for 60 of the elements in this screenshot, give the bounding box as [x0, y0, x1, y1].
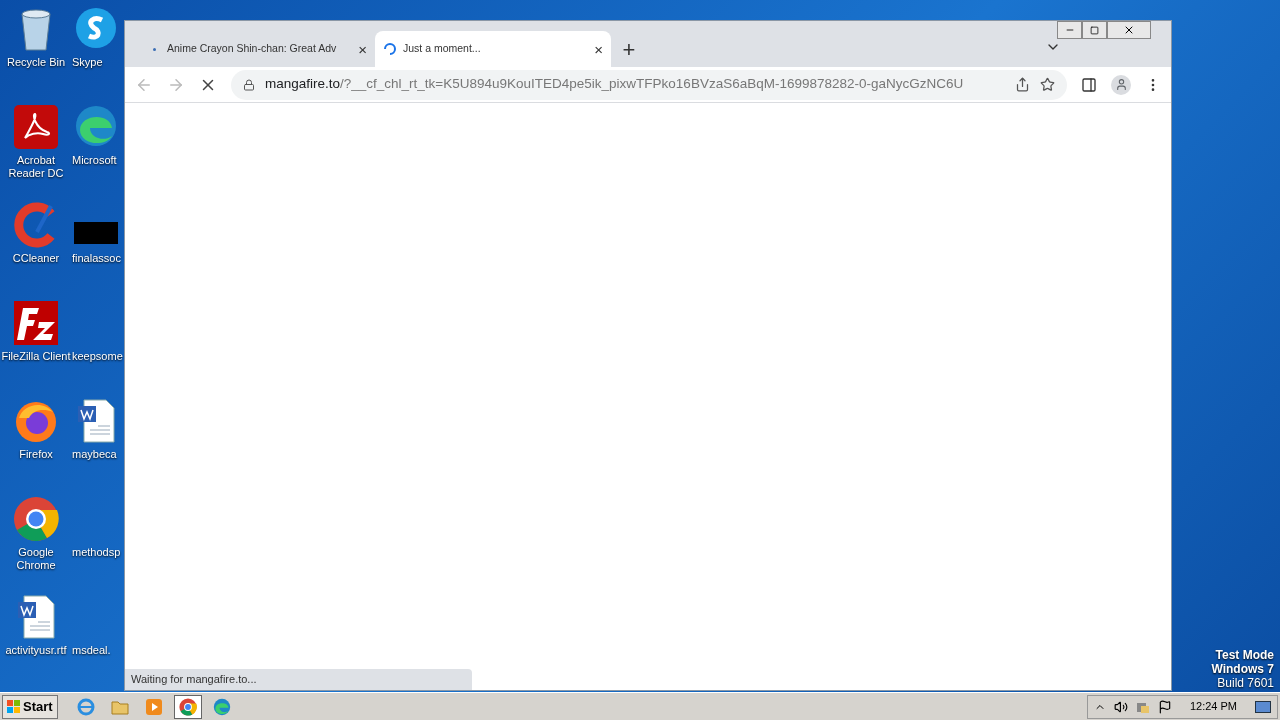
desktop-icon-label: Firefox: [19, 448, 53, 461]
windows-logo-icon: [7, 699, 21, 714]
fz-app-icon: [13, 300, 59, 346]
restore-icon: [1090, 25, 1099, 35]
desktop-icon-label: Recycle Bin: [6, 56, 66, 69]
word-document-icon: [16, 594, 56, 640]
desktop-icon-label: keepsome: [72, 350, 123, 363]
desktop-icon-label: methodsp: [72, 546, 121, 559]
tab-title: Just a moment...: [403, 41, 482, 57]
url-text: mangafire.to/?__cf_chl_rt_tk=K5U894u9KouITED4pe5ik_pixwTFPko16BVzaS6aBqM-1699878282-0-gaNycGzNC6U: [265, 75, 965, 94]
desktop-icon-label: Google Chrome: [15, 546, 57, 572]
person-icon: [1114, 78, 1128, 91]
browser-swirl-icon: [74, 104, 118, 148]
new-tab-button[interactable]: +: [611, 31, 647, 67]
close-button[interactable]: [1107, 21, 1151, 39]
action-center-icon[interactable]: [1157, 699, 1172, 714]
desktop-icon[interactable]: [12, 300, 60, 348]
desktop-icon-label: FileZilla Client: [1, 350, 71, 363]
tab-close-button[interactable]: ×: [594, 41, 603, 57]
status-bubble: Waiting for mangafire.to...: [125, 669, 472, 690]
lock-icon: [243, 78, 255, 91]
side-panel-icon[interactable]: [1081, 76, 1097, 93]
address-bar[interactable]: mangafire.to/?__cf_chl_rt_tk=K5U894u9KouITED4pe5ik_pixwTFPko16BVzaS6aBqM-1699878282-0-gaNycGzNC6U: [231, 69, 1067, 100]
show-desktop-icon[interactable]: [1255, 700, 1271, 713]
folder-icon: [110, 698, 129, 715]
browser-swirl-icon: [212, 697, 231, 716]
tab-title: Anime Crayon Shin-chan: Great Adv: [167, 41, 338, 57]
desktop-icon-label: msdeal.: [72, 644, 111, 657]
desktop-icon-label: CCleaner: [12, 252, 60, 265]
bookmark-star-icon[interactable]: [1040, 77, 1055, 92]
profile-avatar[interactable]: [1111, 74, 1131, 95]
browser-tab[interactable]: Anime Crayon Shin-chan: Great Adv ×: [139, 31, 375, 67]
word-document-icon: [76, 398, 116, 444]
taskbar-app-button[interactable]: [173, 694, 202, 719]
desktop-icon-label: Skype: [72, 56, 103, 69]
desktop-icon[interactable]: [12, 104, 60, 152]
tab-close-button[interactable]: ×: [358, 41, 367, 57]
start-button[interactable]: Start: [2, 694, 58, 719]
desktop-icon-label: maybeca: [72, 448, 117, 461]
desktop-icon-label: finalassoc: [72, 252, 121, 265]
close-icon: [1123, 24, 1135, 36]
watermark-text: Windows 7: [1211, 662, 1274, 676]
restore-button[interactable]: [1082, 21, 1107, 39]
desktop-icon[interactable]: [12, 496, 60, 544]
desktop-icon-label: activityusr.rtf: [5, 644, 67, 657]
pdf-app-icon: [13, 104, 59, 150]
clock-text[interactable]: 12:24 PM: [1189, 698, 1237, 715]
watermark-text: Test Mode: [1215, 648, 1274, 662]
ie-icon: [76, 697, 95, 716]
share-icon[interactable]: [1015, 77, 1030, 92]
chrome-logo-icon: [178, 697, 197, 716]
file-thumbnail-icon: [74, 222, 118, 244]
skype-icon: [74, 6, 118, 50]
desktop-icon-label: Microsoft: [72, 154, 117, 167]
volume-icon[interactable]: [1113, 699, 1128, 714]
media-player-icon: [144, 697, 163, 716]
chrome-logo-icon: [13, 496, 59, 542]
desktop-icon-label: Acrobat Reader DC: [7, 154, 65, 180]
browser-tab[interactable]: Just a moment... ×: [375, 31, 611, 67]
watermark-text: Build 7601: [1217, 676, 1274, 690]
